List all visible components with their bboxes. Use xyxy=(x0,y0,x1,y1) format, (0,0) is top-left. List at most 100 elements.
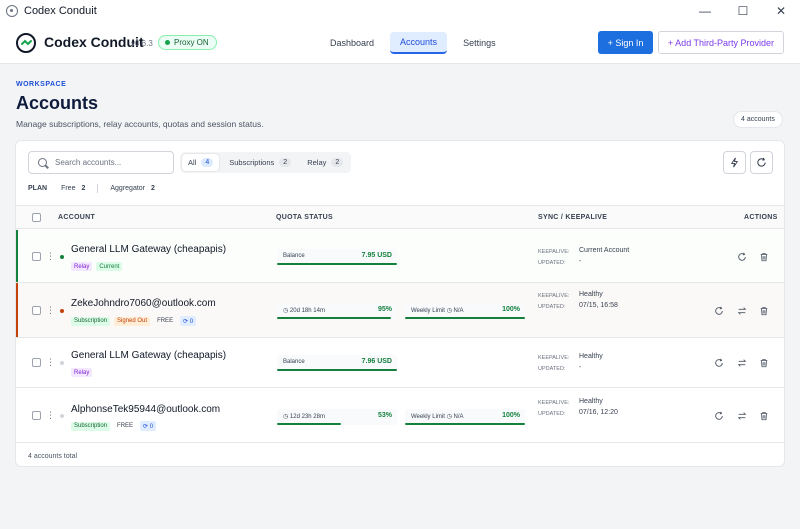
weekly-bar xyxy=(405,423,525,425)
table-row[interactable]: AlphonseTek95944@outlook.com Subscriptio… xyxy=(16,388,784,443)
account-filter-group: All 4 Subscriptions 2 Relay 2 xyxy=(180,152,352,173)
page-subtitle: Manage subscriptions, relay accounts, qu… xyxy=(16,119,264,129)
trash-icon xyxy=(760,253,768,262)
switch-account-button[interactable] xyxy=(737,411,747,421)
drag-handle-icon[interactable] xyxy=(46,251,55,262)
row-checkbox[interactable] xyxy=(32,411,41,420)
minimize-button[interactable]: — xyxy=(686,0,724,22)
row-checkbox[interactable] xyxy=(32,358,41,367)
search-box xyxy=(28,151,174,174)
keepalive-value: Healthy xyxy=(579,353,603,360)
account-name: ZekeJohndro7060@outlook.com xyxy=(71,298,216,309)
clock-icon: ◷ xyxy=(446,414,452,420)
refresh-all-button[interactable] xyxy=(750,151,773,174)
delete-account-button[interactable] xyxy=(759,306,769,316)
filter-count: 4 xyxy=(201,158,214,167)
weekly-percent: 100% xyxy=(502,412,520,419)
refresh-icon xyxy=(715,411,723,420)
codex-conduit-logo-icon xyxy=(16,33,36,53)
filter-all[interactable]: All 4 xyxy=(182,154,220,171)
sign-in-button[interactable]: + Sign In xyxy=(598,31,653,54)
window-title: Codex Conduit xyxy=(24,5,97,17)
refresh-icon xyxy=(757,157,766,167)
five-hour-quota: ◷ 12d 23h 28m 53% xyxy=(277,409,397,425)
quota-percent: 53% xyxy=(377,412,392,419)
swap-arrows-icon xyxy=(737,359,747,367)
column-actions: ACTIONS xyxy=(744,214,778,221)
tag-subscription: Subscription xyxy=(71,316,111,326)
updated-label: UPDATED: xyxy=(538,260,566,266)
status-dot-icon xyxy=(60,414,64,418)
drag-handle-icon[interactable] xyxy=(46,357,55,368)
proxy-status-label: Proxy ON xyxy=(174,38,209,47)
delete-account-button[interactable] xyxy=(759,358,769,368)
lightning-icon xyxy=(730,157,739,168)
clock-icon: ◷ xyxy=(446,308,452,314)
quota-percent: 95% xyxy=(377,306,392,313)
updated-value: 07/15, 16:58 xyxy=(579,302,618,309)
add-third-party-provider-button[interactable]: + Add Third-Party Provider xyxy=(658,31,784,54)
filter-label: Subscriptions xyxy=(229,158,275,167)
weekly-quota: Weekly Limit ◷ N/A 100% xyxy=(405,303,525,319)
refresh-account-button[interactable] xyxy=(714,306,724,316)
tab-settings[interactable]: Settings xyxy=(453,32,506,54)
plan-aggregator-label: Aggregator xyxy=(110,185,146,192)
proxy-status-badge[interactable]: Proxy ON xyxy=(158,35,217,50)
quota-bar xyxy=(277,423,341,425)
weekly-bar xyxy=(405,317,525,319)
plan-summary: PLAN Free 2 Aggregator 2 xyxy=(28,184,155,193)
reset-time: 12d 23h 28m xyxy=(289,414,325,420)
switch-account-button[interactable] xyxy=(737,358,747,368)
keepalive-value: Healthy xyxy=(579,291,603,298)
filter-relay[interactable]: Relay 2 xyxy=(301,154,349,171)
tag-relay: Relay xyxy=(71,262,93,271)
account-name: AlphonseTek95944@outlook.com xyxy=(71,404,221,415)
row-checkbox[interactable] xyxy=(32,252,41,261)
column-account: ACCOUNT xyxy=(58,214,96,221)
weekly-limit: Weekly Limit ◷ N/A xyxy=(411,413,464,420)
balance-label: Balance xyxy=(283,253,305,259)
table-row[interactable]: General LLM Gateway (cheapapis) Relay Cu… xyxy=(16,230,784,283)
drag-handle-icon[interactable] xyxy=(46,305,55,316)
search-icon xyxy=(38,158,47,167)
plan-free-count: 2 xyxy=(81,185,86,192)
sync-count: 0 xyxy=(149,423,154,430)
search-input[interactable] xyxy=(55,158,165,167)
delete-account-button[interactable] xyxy=(759,411,769,421)
reset-timer: ◷ 20d 18h 14m xyxy=(283,307,325,314)
filter-subscriptions[interactable]: Subscriptions 2 xyxy=(223,154,297,171)
account-name: General LLM Gateway (cheapapis) xyxy=(71,350,227,361)
table-header: ACCOUNT QUOTA STATUS SYNC / KEEPALIVE AC… xyxy=(16,205,784,229)
status-dot-icon xyxy=(60,361,64,365)
keepalive-lightning-button[interactable] xyxy=(723,151,746,174)
close-button[interactable]: ✕ xyxy=(762,0,800,22)
keepalive-label: KEEPALIVE: xyxy=(538,355,570,361)
tag-current: Current xyxy=(96,262,123,271)
delete-account-button[interactable] xyxy=(759,252,769,262)
tab-dashboard[interactable]: Dashboard xyxy=(320,32,384,54)
tag-relay: Relay xyxy=(71,368,93,377)
column-quota-status: QUOTA STATUS xyxy=(276,214,334,221)
refresh-account-button[interactable] xyxy=(714,358,724,368)
tab-accounts[interactable]: Accounts xyxy=(390,32,448,54)
table-row[interactable]: General LLM Gateway (cheapapis) Relay Ba… xyxy=(16,338,784,388)
account-name: General LLM Gateway (cheapapis) xyxy=(71,244,227,255)
accounts-card: All 4 Subscriptions 2 Relay 2 PLAN Free … xyxy=(15,140,785,467)
filter-label: Relay xyxy=(307,158,327,167)
refresh-account-button[interactable] xyxy=(714,411,724,421)
five-hour-quota: ◷ 20d 18h 14m 95% xyxy=(277,303,397,319)
switch-account-button[interactable] xyxy=(737,306,747,316)
account-tags: Relay Current xyxy=(71,262,123,271)
balance-value: 7.96 USD xyxy=(361,358,392,365)
balance-label: Balance xyxy=(283,359,305,365)
select-all-checkbox[interactable] xyxy=(32,213,41,222)
table-row[interactable]: ZekeJohndro7060@outlook.com Subscription… xyxy=(16,283,784,338)
updated-label: UPDATED: xyxy=(538,411,566,417)
updated-label: UPDATED: xyxy=(538,304,566,310)
weekly-reset: N/A xyxy=(453,308,464,314)
refresh-account-button[interactable] xyxy=(737,252,747,262)
row-checkbox[interactable] xyxy=(32,306,41,315)
window-titlebar: Codex Conduit — ☐ ✕ xyxy=(0,0,800,22)
maximize-button[interactable]: ☐ xyxy=(724,0,762,22)
drag-handle-icon[interactable] xyxy=(46,410,55,421)
